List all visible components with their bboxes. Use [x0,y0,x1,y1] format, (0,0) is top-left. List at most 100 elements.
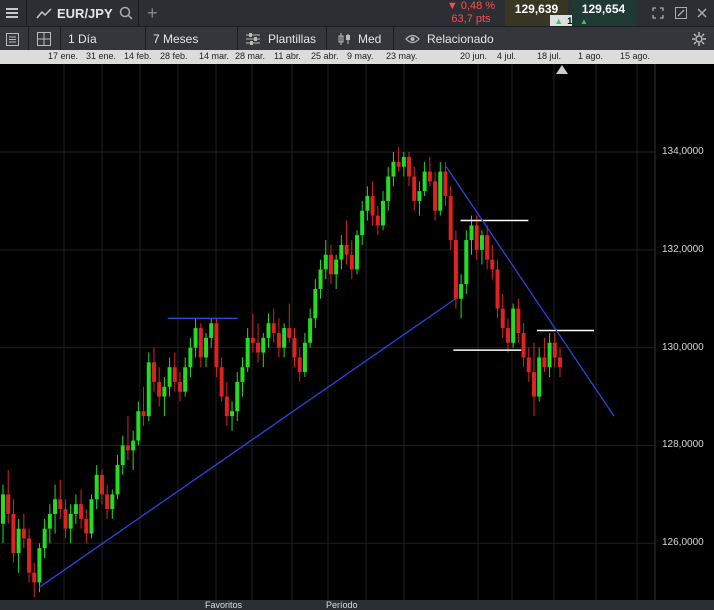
date-tick-label: 25 abr. [311,51,339,61]
add-tab-button[interactable]: + [147,0,158,26]
date-tick-label: 11 abr. [274,51,301,61]
candle-body [136,411,141,441]
layout-button[interactable] [37,27,51,51]
symbol-selector[interactable]: EUR/JPY [36,0,133,26]
candle-body [318,269,323,289]
chart-settings-button[interactable] [6,27,19,51]
close-button[interactable] [697,0,707,26]
sell-price: 129,639 [514,2,559,16]
date-tick-label: 23 may. [386,51,418,61]
trendline[interactable] [445,166,615,417]
candle-body [193,328,198,348]
candle-body [521,333,526,358]
candle-body [214,323,219,368]
candle-body [453,240,458,299]
price-tick-label: 128,0000 [662,439,704,451]
candle-body [11,513,16,554]
related-button[interactable]: Relacionado [405,27,494,51]
change-percent: ▼ 0,48 % [446,0,496,12]
sliders-icon [246,33,260,45]
candle-body [401,156,406,167]
candle-body [365,196,370,211]
candle-body [531,372,536,397]
range-selector[interactable]: 7 Meses [153,27,198,51]
candle-body [162,386,167,397]
candle-body [167,367,172,387]
templates-button[interactable]: Plantillas [246,27,316,51]
interval-selector[interactable]: 1 Día [68,27,97,51]
candle-body [407,156,412,177]
candle-body [391,161,396,177]
candle-body [558,357,562,368]
candle-body [354,235,359,270]
candle-body [27,538,32,573]
date-tick-label: 1 ago. [578,51,604,61]
candle-body [120,445,125,466]
candle-body [89,499,94,534]
change-indicator: ▼ 0,48 % 63,7 pts [440,0,502,26]
candle-body [427,171,432,182]
candle-body [79,504,84,519]
candle-body [500,308,505,329]
edit-window-button[interactable] [675,0,687,26]
candle-body [417,191,422,201]
close-icon [697,8,707,18]
price-chart[interactable]: 134,0000 132,0000 130,0000 128,0000 126,0000 [0,64,714,602]
menu-button[interactable] [6,0,18,26]
candle-body [230,411,235,417]
favorites-tab[interactable]: Favoritos [205,601,242,610]
candle-body [328,254,333,275]
period-tab[interactable]: Período [326,601,358,610]
candle-body [115,465,120,495]
candle-body [485,235,490,260]
candle-body [256,342,261,353]
edit-icon [675,7,687,19]
candle-body [537,357,542,397]
candle-body [198,328,203,358]
candle-body [349,254,354,270]
scroll-marker-icon[interactable] [556,65,568,74]
up-arrow-icon: ▲ [554,15,564,26]
candle-type-selector[interactable]: Med [338,27,381,51]
candle-body [47,513,52,529]
candle-body [125,445,130,451]
candle-body [438,171,443,211]
buy-price: 129,654 [581,2,626,16]
candle-body [53,499,58,514]
candle-body [271,323,276,333]
candle-body [16,528,21,554]
date-tick-label: 14 feb. [124,51,152,61]
candlestick-chart[interactable] [0,64,714,602]
candle-body [141,411,146,417]
candle-body [183,367,188,392]
eye-icon [405,34,420,44]
candle-body [459,284,464,299]
popout-button[interactable] [652,0,664,26]
search-icon[interactable] [119,6,133,20]
candle-body [63,509,68,529]
candle-body [370,196,375,216]
candle-body [235,381,240,412]
candle-body [84,518,89,534]
candle-body [308,318,313,343]
chart-options-button[interactable] [692,27,706,51]
grid-layout-icon [37,32,51,46]
candle-body [21,528,26,539]
candlestick-icon [338,33,350,45]
candle-body [276,333,281,348]
candle-body [292,337,297,358]
date-tick-label: 15 ago. [620,51,651,61]
candle-body [547,342,552,368]
candle-body [313,288,318,319]
candle-body [302,342,307,373]
candle-body [219,367,224,397]
candle-body [375,215,380,226]
candle-body [32,572,37,583]
candle-body [42,528,47,549]
candle-body [204,337,209,358]
price-tick-label: 134,0000 [662,146,704,158]
candle-body [99,474,104,495]
date-tick-label: 28 mar. [235,51,266,61]
candle-body [224,396,229,417]
date-axis: 17 ene. 31 ene. 14 feb. 28 feb. 14 mar. 28 ma… [0,50,714,64]
